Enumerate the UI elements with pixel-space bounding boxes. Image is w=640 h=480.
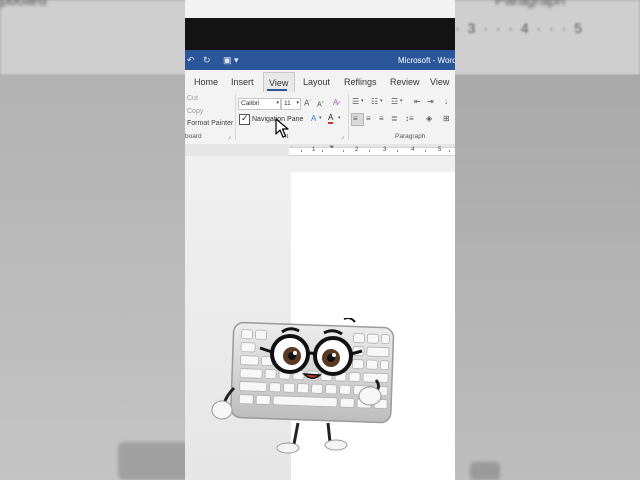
chevron-down-icon[interactable]: ▾ (319, 115, 322, 121)
tab-review[interactable]: Review (390, 77, 420, 87)
ruler-tick (425, 150, 426, 152)
customize-quick-access-icon[interactable]: ▣ ▾ (223, 55, 239, 66)
format-painter-button[interactable]: Format Painter (187, 120, 233, 127)
group-divider (348, 94, 349, 140)
right-shoe (324, 439, 348, 451)
keyboard-mascot (211, 318, 395, 454)
ruler-number: 2 (355, 147, 359, 153)
ruler-tick (343, 150, 344, 152)
chevron-down-icon[interactable]: ▾ (338, 115, 341, 121)
mouse-pointer-icon (275, 118, 289, 138)
clipboard-group-label: board (185, 133, 202, 140)
background-ruler-text: · 3 · · · 4 · · · 5 (455, 20, 584, 36)
ruler-tick (449, 150, 450, 152)
paragraph-group-label: Paragraph (395, 133, 426, 140)
ruler-tick (301, 150, 302, 152)
active-tab-indicator (267, 89, 287, 91)
left-leg (292, 422, 300, 445)
ruler-tick (369, 150, 370, 152)
chevron-down-icon[interactable]: ▾ (361, 98, 364, 104)
dialog-launcher-icon[interactable]: ⌟ (341, 133, 344, 140)
font-name-value: Calibri (241, 100, 260, 107)
tab-layout[interactable]: Layout (303, 77, 330, 87)
background-clipboard-text: pboard (0, 0, 47, 9)
screen-bezel (185, 18, 455, 50)
numbering-icon[interactable]: ☷ (371, 97, 378, 106)
top-strip (185, 0, 455, 18)
tab-view[interactable]: View (430, 77, 449, 87)
navigation-pane-checkbox[interactable]: ✓ (239, 113, 250, 125)
redo-icon[interactable]: ↻ (203, 55, 211, 66)
check-icon: ✓ (241, 113, 249, 123)
background-key-blur (470, 462, 500, 480)
tab-home[interactable]: Home (194, 77, 218, 87)
left-glove (211, 400, 233, 420)
tab-label: View (269, 78, 289, 88)
ruler-number: 1 (312, 147, 316, 153)
copy-button[interactable]: Copy (187, 108, 203, 115)
left-shoe (276, 442, 300, 454)
right-glove (358, 386, 382, 406)
tab-insert[interactable]: Insert (231, 77, 254, 87)
group-divider (235, 94, 236, 140)
font-name-select[interactable]: Calibri ▾ (238, 98, 281, 110)
title-bar: ↶ ↻ ▣ ▾ Microsoft - Word (185, 50, 455, 70)
shrink-font-icon[interactable]: Av (317, 99, 324, 108)
ruler-tick (322, 150, 323, 152)
undo-icon[interactable]: ↶ (187, 55, 195, 66)
align-left-icon: ≡ (353, 114, 358, 123)
font-color-icon[interactable]: A (328, 114, 334, 124)
multilevel-list-icon[interactable]: ☲ (391, 97, 398, 106)
center-icon[interactable]: ≡ (366, 114, 371, 123)
ruler-number: 3 (383, 147, 387, 153)
ruler: 1 ⏷ 1 2 3 4 5 (185, 144, 455, 156)
ruler-tick (397, 150, 398, 152)
tab-references[interactable]: Reflings (344, 77, 377, 87)
window-title: Microsoft - Word (398, 56, 455, 65)
chevron-down-icon[interactable]: ▾ (400, 98, 403, 104)
increase-indent-icon[interactable]: ⇥ (427, 97, 434, 106)
right-leg (326, 422, 332, 443)
clear-formatting-icon[interactable]: A̷ (333, 98, 338, 107)
background-paragraph-text: Paragraph (495, 0, 566, 9)
cut-button[interactable]: Cut (187, 95, 198, 102)
shading-icon[interactable]: ◈ (426, 114, 432, 123)
align-left-button[interactable]: ≡ (351, 113, 364, 126)
indent-marker[interactable]: ⏷ (329, 144, 335, 152)
ruler-number: 5 (438, 147, 442, 153)
sort-icon[interactable]: ↓ (444, 97, 448, 106)
background-lower-right-area (455, 75, 640, 480)
dialog-launcher-icon[interactable]: ⌟ (228, 133, 231, 140)
ribbon-panel: Cut Copy Format Painter board ⌟ Calibri … (185, 92, 455, 145)
chevron-down-icon: ▾ (296, 100, 299, 106)
decrease-indent-icon[interactable]: ⇤ (414, 97, 421, 106)
chevron-down-icon[interactable]: ▾ (380, 98, 383, 104)
bullets-icon[interactable]: ☰ (352, 97, 359, 106)
align-right-icon[interactable]: ≡ (379, 114, 384, 123)
chevron-down-icon: ▾ (276, 100, 279, 106)
ribbon-tabs: View Home Insert Layout Reflings Review … (185, 70, 455, 93)
grow-font-icon[interactable]: A^ (304, 98, 311, 108)
line-spacing-icon[interactable]: ↕≡ (405, 114, 414, 123)
ruler-number: 4 (411, 147, 415, 153)
text-effects-icon[interactable]: A (311, 114, 316, 123)
cable (343, 318, 356, 323)
font-size-select[interactable]: 11 ▾ (281, 98, 301, 110)
borders-icon[interactable]: ⊞ (443, 114, 450, 123)
justify-icon[interactable]: ≣ (391, 114, 398, 123)
font-size-value: 11 (284, 100, 291, 107)
